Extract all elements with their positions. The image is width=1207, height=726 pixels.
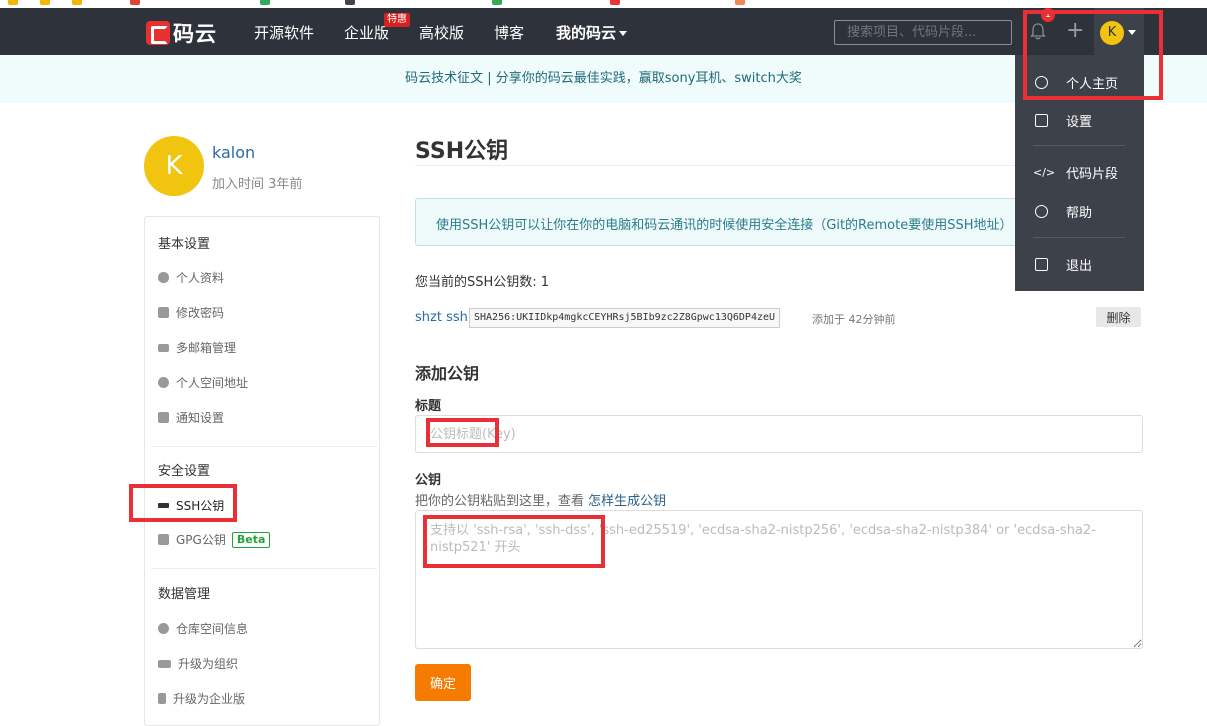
add-key-heading: 添加公钥: [415, 364, 480, 383]
menu-item-help[interactable]: 帮助: [1015, 196, 1144, 226]
sidebar-item-upgrade-enterprise[interactable]: 升级为企业版: [158, 690, 245, 707]
annotation-ssh-keys: [129, 484, 237, 522]
nav-blog[interactable]: 博客: [494, 22, 524, 43]
help-icon: [1035, 204, 1048, 218]
sidebar-item-space-address[interactable]: 个人空间地址: [158, 374, 248, 391]
envelope-icon: [158, 343, 169, 352]
key-title-input[interactable]: [415, 415, 1143, 453]
compass-icon: [158, 377, 169, 388]
sidebar-item-gpg-keys[interactable]: GPG公钥 Beta: [158, 531, 271, 548]
menu-item-label: 代码片段: [1066, 166, 1119, 182]
logo-icon: [146, 21, 170, 45]
menu-item-label: 帮助: [1066, 205, 1093, 221]
sidebar-section-data: 数据管理: [158, 587, 211, 602]
menu-item-label: 设置: [1066, 114, 1093, 130]
sidebar-item-label: GPG公钥: [176, 533, 226, 547]
sidebar-section-basic: 基本设置: [158, 237, 211, 252]
banner-text[interactable]: 码云技术征文 | 分享你的码云最佳实践，赢取sony耳机、switch大奖: [405, 71, 802, 86]
brand-name: 码云: [173, 22, 217, 46]
sidebar-item-label: 个人资料: [176, 271, 225, 285]
logout-icon: [1035, 257, 1048, 271]
gitee-logo[interactable]: 码云: [146, 18, 217, 48]
sidebar-item-label: 升级为企业版: [173, 692, 246, 706]
sidebar-item-label: 通知设置: [176, 411, 225, 425]
title-field-label: 标题: [415, 399, 442, 414]
annotation-title-input: [426, 418, 499, 447]
menu-divider: [1033, 145, 1125, 146]
settings-sidebar: 基本设置 个人资料 修改密码 多邮箱管理 个人空间地址 通知设置 安全设置 SS…: [144, 216, 380, 726]
beta-badge: Beta: [231, 531, 271, 548]
sidebar-item-profile[interactable]: 个人资料: [158, 269, 224, 286]
lock-icon: [158, 307, 169, 318]
key-hint-text: 把你的公钥粘贴到这里，查看: [415, 494, 585, 509]
menu-item-logout[interactable]: 退出: [1015, 249, 1144, 279]
sidebar-item-password[interactable]: 修改密码: [158, 304, 224, 321]
page-title: SSH公钥: [415, 139, 509, 164]
nav-my-gitee-label: 我的码云: [556, 24, 617, 42]
ssh-key-name[interactable]: shzt ssh: [415, 310, 468, 325]
ssh-key-added-time: 添加于 42分钟前: [812, 313, 896, 326]
sidebar-item-emails[interactable]: 多邮箱管理: [158, 339, 236, 356]
nav-enterprise[interactable]: 企业版: [344, 22, 389, 43]
annotation-key-input: [423, 515, 605, 568]
key-field-label: 公钥: [415, 473, 442, 488]
menu-item-settings[interactable]: 设置: [1015, 105, 1144, 135]
promo-badge: 特惠: [384, 13, 410, 27]
user-icon: [158, 272, 169, 283]
submit-button[interactable]: 确定: [415, 664, 471, 701]
menu-item-snippets[interactable]: </> 代码片段: [1015, 157, 1144, 187]
sidebar-item-label: 多邮箱管理: [176, 341, 237, 355]
sidebar-section-security: 安全设置: [158, 464, 211, 479]
building-icon: [158, 693, 166, 704]
edit-icon: [1035, 113, 1048, 127]
sidebar-item-storage[interactable]: 仓库空间信息: [158, 620, 248, 637]
code-icon: </>: [1033, 165, 1056, 179]
profile-username[interactable]: kalon: [212, 143, 255, 162]
pie-chart-icon: [158, 623, 169, 634]
volume-icon: [158, 412, 169, 423]
sidebar-item-label: 修改密码: [176, 306, 225, 320]
menu-divider: [1033, 237, 1125, 238]
ssh-key-fingerprint: SHA256:UKIIDkp4mgkcCEYHRsj5BIb9zc2Z8Gpwc…: [469, 308, 781, 328]
lock-icon: [158, 534, 169, 545]
annotation-user-menu: [1023, 10, 1163, 100]
sidebar-item-label: 个人空间地址: [176, 376, 249, 390]
sidebar-item-upgrade-org[interactable]: 升级为组织: [158, 655, 238, 672]
nav-open-source[interactable]: 开源软件: [254, 22, 314, 43]
chevron-down-icon: [619, 31, 628, 36]
how-to-generate-link[interactable]: 怎样生成公钥: [588, 494, 666, 509]
sidebar-divider: [151, 446, 377, 447]
delete-key-button[interactable]: 删除: [1096, 307, 1141, 327]
sidebar-item-label: 升级为组织: [178, 657, 239, 671]
search-input[interactable]: [834, 20, 1012, 45]
ssh-key-count: 您当前的SSH公钥数: 1: [415, 275, 550, 290]
sidebar-item-label: 仓库空间信息: [176, 622, 249, 636]
menu-item-label: 退出: [1066, 258, 1093, 274]
browser-bookmarks-strip: [0, 0, 1207, 8]
sidebar-divider: [151, 568, 377, 569]
key-hint: 把你的公钥粘贴到这里，查看 怎样生成公钥: [415, 490, 666, 509]
profile-avatar[interactable]: K: [144, 136, 204, 196]
sidebar-item-notifications[interactable]: 通知设置: [158, 409, 224, 426]
users-icon: [158, 659, 171, 668]
nav-my-gitee[interactable]: 我的码云: [556, 22, 628, 43]
nav-education[interactable]: 高校版: [419, 22, 464, 43]
profile-joined: 加入时间 3年前: [212, 177, 303, 192]
ssh-info-text: 使用SSH公钥可以让你在你的电脑和码云通讯的时候使用安全连接（Git的Remot…: [436, 218, 1013, 233]
